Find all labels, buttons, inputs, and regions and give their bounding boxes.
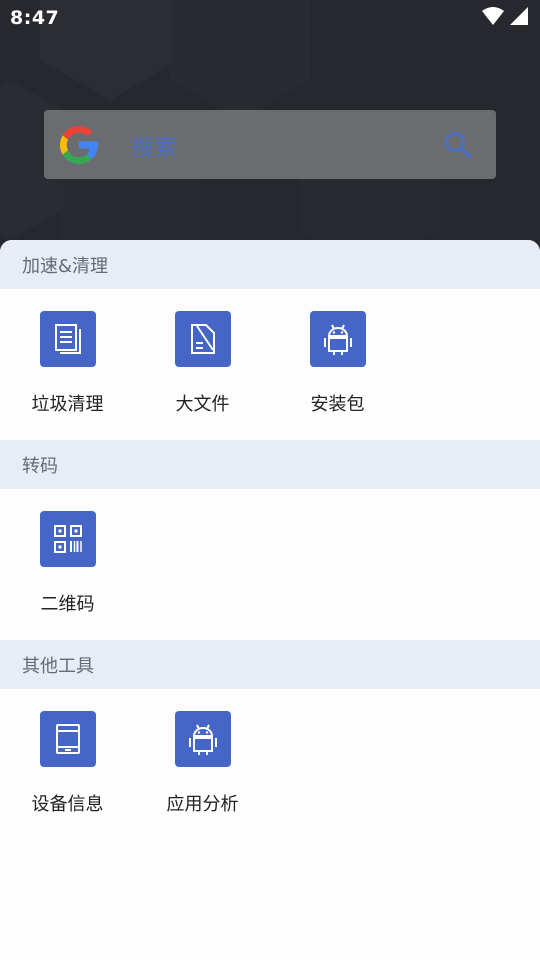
tool-grid-transcode: 二维码 <box>0 489 540 640</box>
tool-device-info[interactable]: 设备信息 <box>0 711 135 840</box>
tool-label: 二维码 <box>40 594 95 615</box>
signal-icon <box>510 7 528 29</box>
search-input[interactable]: 搜索 <box>131 128 440 162</box>
document-stack-icon <box>39 311 96 367</box>
wifi-icon <box>482 7 504 29</box>
android-icon <box>174 711 231 767</box>
tool-grid-other-tools: 设备信息 应用分析 <box>0 689 540 840</box>
section-header-transcode: 转码 <box>0 440 540 489</box>
tool-grid-speedup-clean: 垃圾清理 大文件 安装包 <box>0 289 540 440</box>
qr-code-icon <box>39 511 96 567</box>
tool-label: 应用分析 <box>166 794 239 815</box>
section-header-speedup-clean: 加速&清理 <box>0 240 540 289</box>
tool-large-files[interactable]: 大文件 <box>135 311 270 440</box>
status-time: 8:47 <box>10 7 60 29</box>
android-icon <box>309 311 366 367</box>
tool-install-packages[interactable]: 安装包 <box>270 311 405 440</box>
search-icon[interactable] <box>440 127 476 163</box>
tool-app-analysis[interactable]: 应用分析 <box>135 711 270 840</box>
tool-qr-code[interactable]: 二维码 <box>0 511 135 640</box>
device-icon <box>39 711 96 767</box>
google-logo-icon <box>57 123 101 167</box>
tool-label: 设备信息 <box>31 794 104 815</box>
tool-label: 安装包 <box>310 394 365 415</box>
tool-label: 大文件 <box>175 394 230 415</box>
section-header-other-tools: 其他工具 <box>0 640 540 689</box>
search-bar[interactable]: 搜索 <box>44 110 496 179</box>
tools-sheet: 加速&清理 垃圾清理 大文件 安装包 转码 二维码 其他工具 设备信息 应用分析 <box>0 240 540 960</box>
file-icon <box>174 311 231 367</box>
status-bar: 8:47 <box>0 0 540 36</box>
tool-junk-clean[interactable]: 垃圾清理 <box>0 311 135 440</box>
tool-label: 垃圾清理 <box>31 394 104 415</box>
status-icons <box>482 7 528 29</box>
